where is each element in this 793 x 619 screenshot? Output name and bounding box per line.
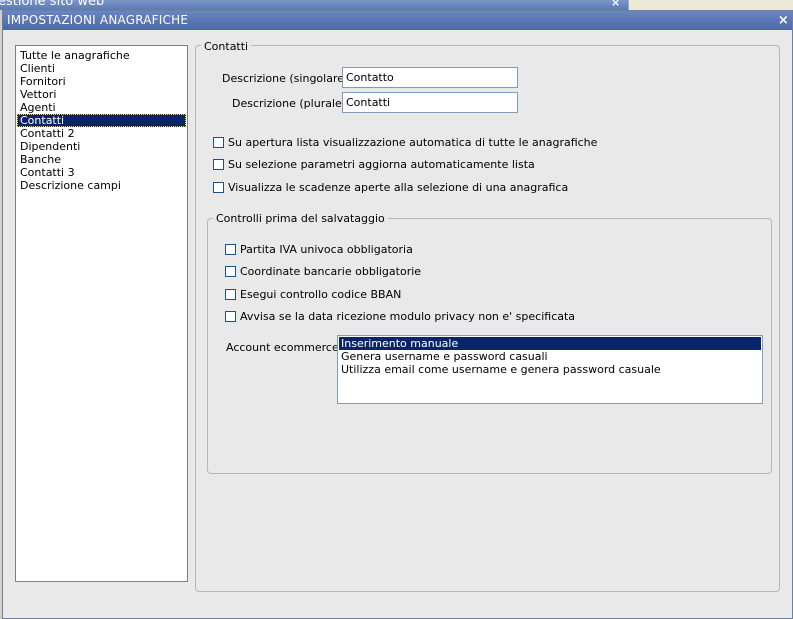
settings-dialog: IMPOSTAZIONI ANAGRAFICHE × Tutte le anag… xyxy=(2,10,793,619)
contatti-legend: Contatti xyxy=(201,40,252,53)
vat-unique-checkbox[interactable]: Partita IVA univoca obbligatoria xyxy=(225,243,413,256)
list-item[interactable]: Contatti 3 xyxy=(17,166,186,179)
list-item[interactable]: Vettori xyxy=(17,88,186,101)
checkbox-label: Su apertura lista visualizzazione automa… xyxy=(228,136,598,149)
auto-update-list-checkbox[interactable]: Su selezione parametri aggiorna automati… xyxy=(213,158,535,171)
background-close-icon[interactable]: × xyxy=(611,0,620,9)
background-window-title: estione sito web xyxy=(0,0,105,9)
plural-label: Descrizione (plurale) : xyxy=(232,97,354,110)
checkbox-box[interactable] xyxy=(225,289,236,300)
list-item[interactable]: Descrizione campi xyxy=(17,179,186,192)
singular-label: Descrizione (singolare) : xyxy=(222,72,356,85)
checkbox-box[interactable] xyxy=(213,182,224,193)
list-item[interactable]: Banche xyxy=(17,153,186,166)
background-panel xyxy=(628,0,793,10)
list-item[interactable]: Dipendenti xyxy=(17,140,186,153)
dialog-titlebar: IMPOSTAZIONI ANAGRAFICHE × xyxy=(3,11,792,30)
dialog-title: IMPOSTAZIONI ANAGRAFICHE xyxy=(7,13,189,27)
checkbox-box[interactable] xyxy=(225,244,236,255)
list-item[interactable]: Genera username e password casuali xyxy=(339,350,761,363)
controlli-legend: Controlli prima del salvataggio xyxy=(213,212,388,225)
checkbox-label: Avvisa se la data ricezione modulo priva… xyxy=(240,310,576,323)
checkbox-label: Coordinate bancarie obbligatorie xyxy=(240,265,422,278)
checkbox-box[interactable] xyxy=(225,311,236,322)
auto-show-all-checkbox[interactable]: Su apertura lista visualizzazione automa… xyxy=(213,136,597,149)
checkbox-label: Su selezione parametri aggiorna automati… xyxy=(228,158,535,171)
category-list[interactable]: Tutte le anagrafiche Clienti Fornitori V… xyxy=(15,45,188,582)
list-item[interactable]: Inserimento manuale xyxy=(339,337,761,350)
close-icon[interactable]: × xyxy=(778,11,789,30)
list-item[interactable]: Clienti xyxy=(17,62,186,75)
checkbox-label: Partita IVA univoca obbligatoria xyxy=(240,243,413,256)
list-item[interactable]: Fornitori xyxy=(17,75,186,88)
list-item[interactable]: Tutte le anagrafiche xyxy=(17,49,186,62)
list-item[interactable]: Contatti 2 xyxy=(17,127,186,140)
checkbox-label: Visualizza le scadenze aperte alla selez… xyxy=(228,181,569,194)
plural-input[interactable]: Contatti xyxy=(342,92,518,113)
checkbox-box[interactable] xyxy=(213,137,224,148)
list-item[interactable]: Utilizza email come username e genera pa… xyxy=(339,363,761,376)
checkbox-box[interactable] xyxy=(225,266,236,277)
bank-coordinates-checkbox[interactable]: Coordinate bancarie obbligatorie xyxy=(225,265,421,278)
checkbox-box[interactable] xyxy=(213,159,224,170)
singular-input[interactable]: Contatto xyxy=(342,67,518,88)
list-item[interactable]: Agenti xyxy=(17,101,186,114)
bban-check-checkbox[interactable]: Esegui controllo codice BBAN xyxy=(225,288,401,301)
list-item[interactable]: Contatti xyxy=(17,114,186,127)
show-open-deadlines-checkbox[interactable]: Visualizza le scadenze aperte alla selez… xyxy=(213,181,568,194)
account-ecommerce-label: Account ecommerce : xyxy=(226,341,346,354)
checkbox-label: Esegui controllo codice BBAN xyxy=(240,288,402,301)
privacy-warning-checkbox[interactable]: Avvisa se la data ricezione modulo priva… xyxy=(225,310,575,323)
account-ecommerce-list[interactable]: Inserimento manuale Genera username e pa… xyxy=(337,335,763,404)
